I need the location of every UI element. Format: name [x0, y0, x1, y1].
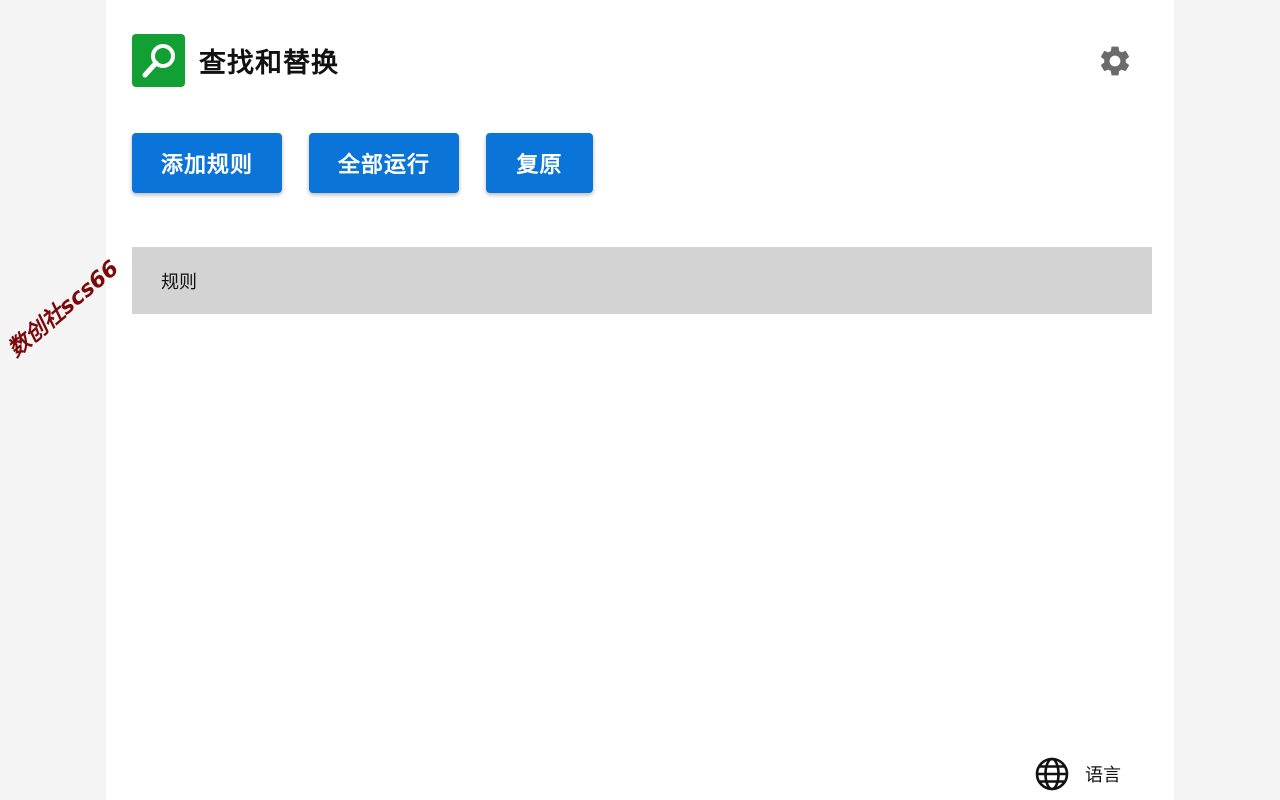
- rules-header: 规则: [132, 247, 1152, 314]
- language-button[interactable]: 语言: [1034, 756, 1121, 792]
- app-header: 查找和替换: [132, 34, 339, 87]
- language-label: 语言: [1085, 765, 1121, 786]
- settings-button[interactable]: [1096, 42, 1134, 80]
- gear-icon: [1100, 46, 1130, 76]
- run-all-button[interactable]: 全部运行: [309, 133, 459, 193]
- toolbar: 添加规则 全部运行 复原: [132, 133, 593, 193]
- app-title: 查找和替换: [199, 48, 339, 79]
- restore-button[interactable]: 复原: [486, 133, 593, 193]
- globe-icon: [1035, 757, 1069, 791]
- rules-header-label: 规则: [161, 271, 197, 293]
- app-logo: [132, 34, 185, 87]
- add-rule-button[interactable]: 添加规则: [132, 133, 282, 193]
- main-panel: 查找和替换 添加规则 全部运行 复原 规则 语言: [106, 0, 1174, 800]
- magnifier-icon: [142, 43, 175, 77]
